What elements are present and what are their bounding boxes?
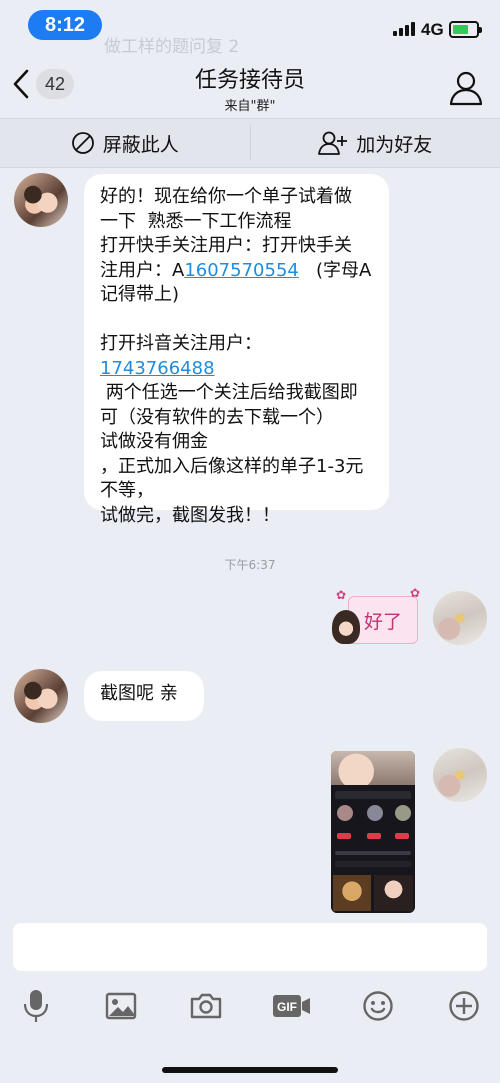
flower-icon: ✿ xyxy=(336,588,347,602)
sender-avatar[interactable] xyxy=(14,173,68,227)
battery-icon xyxy=(449,21,482,38)
album-button[interactable] xyxy=(101,986,141,1026)
svg-text:GIF: GIF xyxy=(277,1000,297,1014)
back-button[interactable]: 42 xyxy=(6,62,76,106)
more-button[interactable] xyxy=(444,986,484,1026)
image-thumbnail-row xyxy=(335,861,411,867)
flower-icon: ✿ xyxy=(410,586,421,600)
status-time: 8:12 xyxy=(28,10,102,40)
nav-bar: 任务接待员 来自"群" 42 xyxy=(0,50,500,118)
message-timestamp: 下午6:37 xyxy=(224,558,276,572)
image-icon xyxy=(105,992,137,1020)
message-bubble-incoming[interactable]: 好的！现在给你一个单子试着做 一下 熟悉一下工作流程 打开快手关注用户：打开快手… xyxy=(84,174,389,525)
add-friend-label: 加为好友 xyxy=(356,133,433,156)
emoji-button[interactable] xyxy=(358,986,398,1026)
camera-icon xyxy=(190,993,222,1019)
gif-button[interactable]: GIF xyxy=(272,986,312,1026)
image-message[interactable] xyxy=(331,751,415,913)
signal-icon xyxy=(393,22,415,36)
home-indicator[interactable] xyxy=(162,1067,338,1073)
add-friend-button[interactable]: 加为好友 xyxy=(251,119,500,167)
voice-button[interactable] xyxy=(16,986,56,1026)
sticker-text: 好了 xyxy=(363,610,402,633)
image-thumbnail-button xyxy=(367,833,381,839)
no-entry-icon xyxy=(71,132,94,154)
my-avatar[interactable] xyxy=(433,748,487,802)
sticker-message[interactable]: 好了 ✿ ✿ xyxy=(332,586,422,646)
sender-avatar[interactable] xyxy=(14,669,68,723)
image-thumbnail-dog xyxy=(333,875,371,911)
kuaishou-id-link[interactable]: 1607570554 xyxy=(184,260,299,281)
camera-button[interactable] xyxy=(186,986,226,1026)
chevron-left-icon xyxy=(6,62,36,106)
add-person-icon xyxy=(318,131,348,155)
gif-icon: GIF xyxy=(273,995,310,1017)
image-thumbnail-button xyxy=(337,833,351,839)
plus-circle-icon xyxy=(449,991,479,1021)
network-type: 4G xyxy=(421,20,444,39)
image-thumbnail-avatar xyxy=(367,805,383,821)
microphone-icon xyxy=(23,990,49,1022)
image-thumbnail-row xyxy=(335,851,411,855)
action-bar: 屏蔽此人 加为好友 xyxy=(0,118,500,168)
sticker-girl-figure xyxy=(332,610,360,644)
status-bar: 做工样的题问复 2 8:12 4G xyxy=(0,0,500,57)
block-user-button[interactable]: 屏蔽此人 xyxy=(0,119,250,167)
douyin-id-link[interactable]: 1743766488 xyxy=(100,358,215,379)
message-text: 截图呢 亲 xyxy=(100,683,178,704)
unread-count-badge: 42 xyxy=(36,69,74,99)
block-user-label: 屏蔽此人 xyxy=(102,133,179,156)
image-thumbnail-avatar xyxy=(337,805,353,821)
message-bubble-incoming[interactable]: 截图呢 亲 xyxy=(84,671,204,721)
image-thumbnail-row xyxy=(335,791,411,799)
input-toolbar: GIF xyxy=(0,980,500,1032)
image-thumbnail-top xyxy=(331,751,415,785)
image-thumbnail-avatar xyxy=(395,805,411,821)
person-icon xyxy=(449,71,483,106)
profile-button[interactable] xyxy=(446,68,486,108)
image-thumbnail-button xyxy=(395,833,409,839)
image-thumbnail-girl xyxy=(374,875,413,911)
emoji-icon xyxy=(363,991,393,1021)
my-avatar[interactable] xyxy=(433,591,487,645)
message-input[interactable] xyxy=(13,923,487,971)
message-text: 好的！现在给你一个单子试着做 一下 熟悉一下工作流程 打开快手关注用户：打开快手… xyxy=(100,186,372,526)
